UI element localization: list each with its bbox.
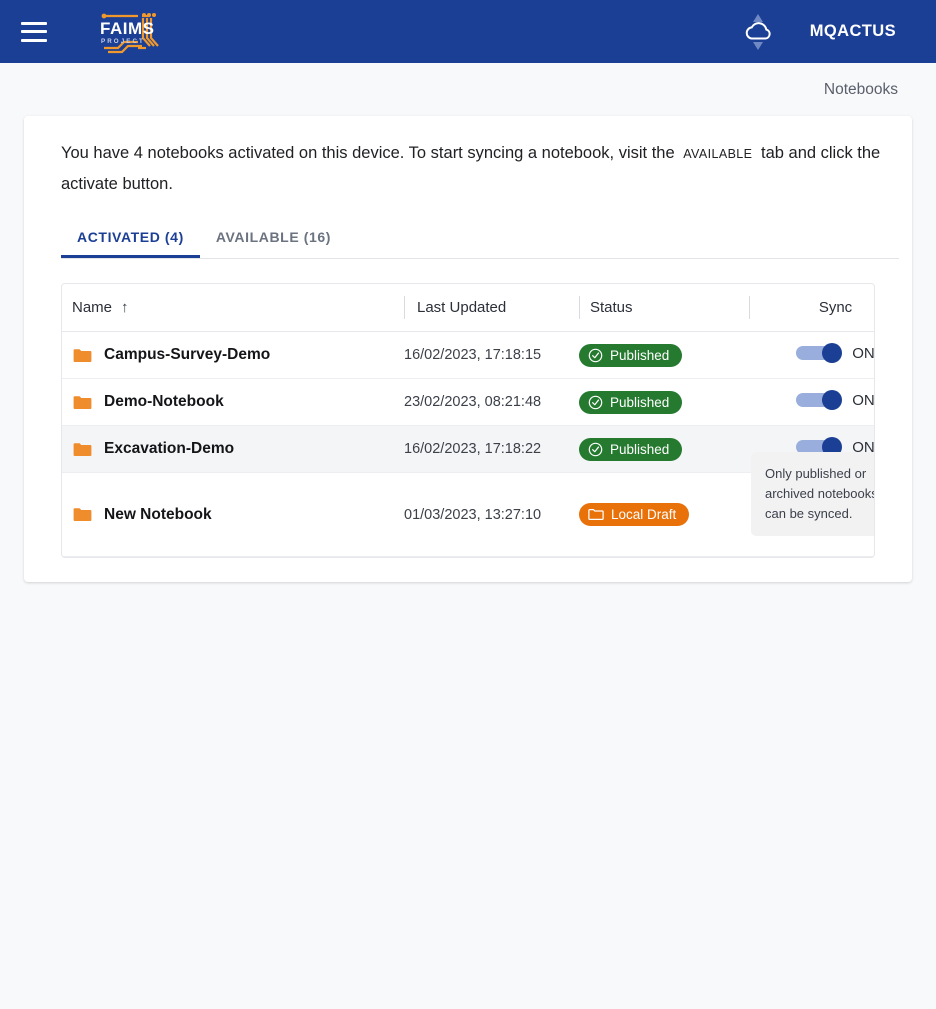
status-badge[interactable]: Local Draft <box>579 503 690 527</box>
breadcrumb: Notebooks <box>823 80 898 98</box>
status-badge[interactable]: Published <box>579 343 683 367</box>
cell-sync: ON <box>749 379 875 426</box>
column-header-sync[interactable]: Sync <box>749 284 874 333</box>
faims-project-logo[interactable]: FAIMS PROJECT <box>88 8 166 56</box>
status-badge-label: Published <box>610 441 670 457</box>
folder-icon <box>73 348 92 362</box>
sync-toggle[interactable] <box>796 390 843 411</box>
table-body: Campus-Survey-Demo 16/02/2023, 17:18:15 … <box>62 332 875 557</box>
cell-name: Campus-Survey-Demo <box>62 332 404 379</box>
cloud-sync-icon[interactable] <box>735 9 781 55</box>
notebooks-card: You have 4 notebooks activated on this d… <box>24 116 912 583</box>
app-bar: FAIMS PROJECT MQACTUS <box>0 0 936 63</box>
cell-status: Local Draft <box>579 473 749 557</box>
sort-ascending-icon: ↑ <box>121 299 129 317</box>
column-header-status[interactable]: Status <box>579 284 749 333</box>
notebooks-table-container: Name ↑ Last Updated Status Sync Campus-S… <box>61 283 875 559</box>
status-badge-label: Published <box>610 347 670 363</box>
folder-icon <box>73 508 92 522</box>
hamburger-menu-icon[interactable] <box>21 21 47 42</box>
intro-text-part1: You have 4 notebooks activated on this d… <box>61 144 675 162</box>
table-header: Name ↑ Last Updated Status Sync <box>62 284 874 333</box>
hamburger-bar <box>21 21 47 25</box>
column-header-last-updated[interactable]: Last Updated <box>404 284 579 333</box>
tab-activated[interactable]: ACTIVATED (4) <box>61 219 200 258</box>
cell-sync: ON <box>749 332 875 379</box>
breadcrumb-row: Notebooks <box>0 63 936 116</box>
notebook-name-label: Excavation-Demo <box>104 440 235 458</box>
sync-toggle[interactable] <box>796 343 843 364</box>
page-body: Notebooks You have 4 notebooks activated… <box>0 63 936 1009</box>
cell-name: Demo-Notebook <box>62 379 404 426</box>
cell-last-updated: 16/02/2023, 17:18:22 <box>404 441 542 458</box>
hamburger-bar <box>21 38 47 42</box>
cell-last-updated: 23/02/2023, 08:21:48 <box>404 394 542 411</box>
cell-status: Published <box>579 332 749 379</box>
sync-toggle-group: ON <box>796 343 875 364</box>
notebook-link[interactable]: Excavation-Demo <box>73 440 404 458</box>
notebooks-table: Name ↑ Last Updated Status Sync Campus-S… <box>62 284 875 557</box>
folder-icon <box>73 442 92 456</box>
table-row[interactable]: Demo-Notebook 23/02/2023, 08:21:48 Publi… <box>62 379 875 426</box>
status-badge-label: Local Draft <box>611 507 677 523</box>
notebook-link[interactable]: Demo-Notebook <box>73 393 404 411</box>
status-badge[interactable]: Published <box>579 390 683 414</box>
table-row[interactable]: New Notebook 01/03/2023, 13:27:10 Local … <box>62 452 874 557</box>
cell-last-updated: 01/03/2023, 13:27:10 <box>404 506 542 523</box>
sync-toggle-label: ON <box>852 391 875 409</box>
app-bar-actions: MQACTUS <box>735 0 936 63</box>
svg-text:FAIMS: FAIMS <box>100 19 154 38</box>
sync-toggle-thumb <box>822 343 843 364</box>
hamburger-bar <box>21 30 47 33</box>
status-badge-label: Published <box>610 394 670 410</box>
intro-text: You have 4 notebooks activated on this d… <box>37 130 897 199</box>
svg-text:PROJECT: PROJECT <box>101 38 145 45</box>
check-circle-icon <box>588 442 603 456</box>
check-circle-icon <box>588 348 603 362</box>
status-badge[interactable]: Published <box>579 437 683 461</box>
cell-last-updated: 16/02/2023, 17:18:15 <box>404 347 542 364</box>
cell-sync: Only published or archived notebooks can… <box>749 452 874 557</box>
user-menu-button[interactable]: MQACTUS <box>810 22 896 41</box>
check-circle-icon <box>588 395 603 409</box>
intro-available-chip: AVAILABLE <box>683 147 753 161</box>
name-sort-control[interactable]: Name ↑ <box>72 299 129 316</box>
sync-toggle-label: ON <box>852 344 875 362</box>
column-header-name-label: Name <box>72 299 113 317</box>
cell-name: New Notebook <box>62 473 404 557</box>
notebook-link[interactable]: New Notebook <box>73 506 404 524</box>
notebook-name-label: Campus-Survey-Demo <box>104 346 271 364</box>
table-header-row: Name ↑ Last Updated Status Sync <box>62 284 874 333</box>
cell-status: Published <box>579 426 749 473</box>
cell-name: Excavation-Demo <box>62 426 404 473</box>
folder-icon <box>73 395 92 409</box>
sync-toggle-group: ON <box>796 390 875 411</box>
column-header-name[interactable]: Name ↑ <box>62 284 404 333</box>
notebook-name-label: Demo-Notebook <box>104 393 224 411</box>
folder-outline-icon <box>588 509 604 521</box>
notebook-tabs: ACTIVATED (4) AVAILABLE (16) <box>61 219 899 260</box>
sync-disabled-tooltip: Only published or archived notebooks can… <box>751 452 874 537</box>
notebook-name-label: New Notebook <box>104 505 212 523</box>
tab-available[interactable]: AVAILABLE (16) <box>200 219 347 258</box>
table-row[interactable]: Campus-Survey-Demo 16/02/2023, 17:18:15 … <box>62 332 875 379</box>
notebook-link[interactable]: Campus-Survey-Demo <box>73 346 404 364</box>
cell-status: Published <box>579 379 749 426</box>
sync-toggle-thumb <box>822 390 843 411</box>
